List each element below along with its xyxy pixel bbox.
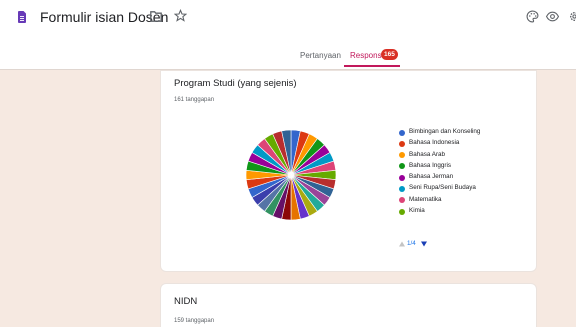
pie-chart[interactable]	[245, 129, 337, 221]
legend-label: Seni Rupa/Seni Budaya	[409, 184, 476, 192]
form-tabs: Pertanyaan Respons 165	[0, 47, 576, 67]
legend-color-dot	[399, 140, 405, 147]
star-icon[interactable]	[174, 9, 187, 22]
chart-legend: Bimbingan dan Konseling Bahasa Indonesia B…	[399, 128, 534, 218]
question-summary-card: Program Studi (yang sejenis) 161 tanggap…	[160, 70, 537, 272]
legend-label: Bahasa Jerman	[409, 173, 454, 181]
tab-questions[interactable]: Pertanyaan	[300, 51, 341, 60]
legend-color-dot	[399, 197, 405, 204]
response-count: 159 tanggapan	[174, 318, 215, 324]
active-tab-indicator	[344, 65, 400, 67]
forms-doc-icon[interactable]	[18, 11, 26, 23]
legend-color-dot	[399, 129, 405, 136]
pager-previous-icon[interactable]	[399, 241, 405, 247]
legend-color-dot	[399, 174, 405, 181]
question-title: Program Studi (yang sejenis)	[174, 78, 297, 89]
legend-item[interactable]: Bahasa Arab	[399, 151, 534, 162]
pager-next-icon[interactable]	[421, 241, 427, 247]
question-title: NIDN	[174, 296, 198, 307]
legend-item[interactable]: Bahasa Indonesia	[399, 139, 534, 150]
response-count: 161 tanggapan	[174, 97, 215, 103]
legend-item[interactable]: Seni Rupa/Seni Budaya	[399, 184, 534, 195]
legend-label: Bimbingan dan Konseling	[409, 128, 481, 135]
legend-label: Matematika	[409, 195, 442, 203]
tab-responses[interactable]: Respons	[350, 51, 382, 60]
palette-icon[interactable]	[526, 10, 539, 23]
legend-label: Kimia	[409, 207, 425, 215]
legend-item[interactable]: Kimia	[399, 207, 534, 218]
legend-color-dot	[399, 208, 405, 215]
legend-color-dot	[399, 163, 405, 170]
legend-item[interactable]: Matematika	[399, 196, 534, 207]
legend-label: Bahasa Indonesia	[409, 139, 460, 147]
pager-label: 1/4	[407, 240, 416, 247]
legend-color-dot	[399, 185, 405, 192]
settings-gear-icon[interactable]	[568, 10, 576, 23]
legend-item[interactable]: Bimbingan dan Konseling	[399, 128, 534, 139]
question-summary-card: NIDN 159 tanggapan	[160, 283, 537, 327]
legend-item[interactable]: Bahasa Inggris	[399, 162, 534, 173]
folder-icon[interactable]	[150, 11, 162, 22]
preview-eye-icon[interactable]	[546, 11, 559, 22]
legend-label: Bahasa Arab	[409, 150, 446, 158]
legend-label: Bahasa Inggris	[409, 161, 452, 169]
legend-item[interactable]: Bahasa Jerman	[399, 173, 534, 184]
legend-color-dot	[399, 152, 405, 159]
responses-count-badge: 165	[381, 49, 398, 60]
top-bar: Formulir isian Dosen Pertanyaan Respons …	[0, 0, 576, 70]
